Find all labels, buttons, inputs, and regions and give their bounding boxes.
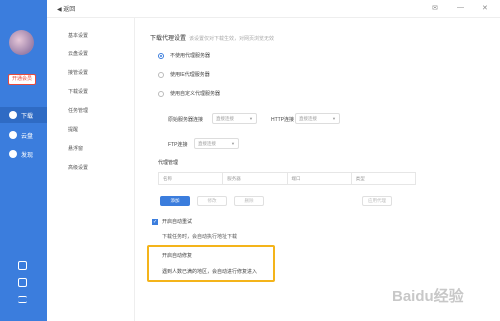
chevron-down-icon: ▼ xyxy=(231,141,235,146)
nav-label: 云盘 xyxy=(21,133,34,140)
top-bar: ◀ 返回 ✉ — ✕ xyxy=(47,0,500,18)
nav-label: 下载 xyxy=(21,113,34,120)
back-button[interactable]: ◀ 返回 xyxy=(57,4,75,13)
minimize-icon[interactable]: — xyxy=(457,4,464,11)
ftp-select[interactable]: 直接连接 ▼ xyxy=(194,138,239,149)
http-select[interactable]: 直接连接 ▼ xyxy=(295,113,340,124)
proxy-section-title: 下载代理设置 该设置仅对下载生效，对网页浏览无效 xyxy=(150,36,275,42)
check-icon: ✓ xyxy=(152,218,158,225)
mail-icon[interactable]: ✉ xyxy=(432,4,438,12)
watermark: Baidu经验 xyxy=(392,288,464,305)
source-server-select[interactable]: 直接连接 ▼ xyxy=(212,113,257,124)
fallback-checkbox[interactable]: ✓ 开启自动重试 xyxy=(152,218,192,225)
apply-proxy-button[interactable]: 应用代理 xyxy=(362,196,392,206)
radio-indicator xyxy=(158,52,164,59)
menu-item-cloud[interactable]: 云盘设置 xyxy=(68,50,88,57)
phone-icon[interactable] xyxy=(18,278,27,287)
edit-proxy-button[interactable]: 修改 xyxy=(197,196,227,206)
menu-item-reminder[interactable]: 提醒 xyxy=(68,126,78,133)
ftp-label: FTP连接 xyxy=(168,142,188,148)
fallback-description: 下载任务时，会自动执行地址下载 xyxy=(162,234,238,240)
highlight-box xyxy=(147,245,275,282)
proxy-manager-title: 代理管理 xyxy=(158,160,179,166)
http-label: HTTP连接 xyxy=(271,117,295,123)
download-icon xyxy=(9,111,17,119)
menu-item-download[interactable]: 下载设置 xyxy=(68,88,88,95)
back-arrow-icon: ◀ xyxy=(57,7,62,13)
radio-indicator xyxy=(158,71,164,78)
menu-item-advanced[interactable]: 高级设置 xyxy=(68,164,88,171)
nav-discover[interactable]: 发现 xyxy=(0,146,47,162)
add-proxy-button[interactable]: 添加 xyxy=(160,196,190,206)
vip-button[interactable]: 开通会员 xyxy=(8,74,36,85)
radio-no-proxy[interactable]: 不使用代理服务器 xyxy=(158,52,210,59)
close-icon[interactable]: ✕ xyxy=(482,4,488,12)
menu-item-task[interactable]: 任务管理 xyxy=(68,107,88,114)
nav-label: 发现 xyxy=(21,152,34,159)
alarm-icon[interactable] xyxy=(18,261,27,270)
nav-download[interactable]: 下载 xyxy=(0,107,47,123)
source-server-label: 原始服务器连接 xyxy=(168,117,204,123)
auto-fix-title: 开启自动修复 xyxy=(162,253,193,259)
column-header: 服务器 xyxy=(223,173,288,184)
compass-icon xyxy=(9,150,17,158)
column-header: 端口 xyxy=(288,173,352,184)
settings-menu: 基本设置 云盘设置 接管设置 下载设置 任务管理 提醒 悬浮窗 高级设置 xyxy=(47,18,135,321)
radio-indicator xyxy=(158,90,164,97)
cloud-icon xyxy=(9,131,17,139)
nav-cloud[interactable]: 云盘 xyxy=(0,127,47,143)
radio-custom-proxy[interactable]: 使用自定义代理服务器 xyxy=(158,90,220,97)
left-sidebar: 开通会员 下载 云盘 发现 xyxy=(0,0,47,321)
avatar[interactable] xyxy=(9,30,34,55)
delete-proxy-button[interactable]: 删除 xyxy=(234,196,264,206)
menu-item-basic[interactable]: 基本设置 xyxy=(68,32,88,39)
auto-fix-description: 遇到人数已满的地区，会自动进行修复进入 xyxy=(162,269,258,275)
chevron-down-icon: ▼ xyxy=(332,116,336,121)
menu-item-float[interactable]: 悬浮窗 xyxy=(68,145,83,152)
chevron-down-icon: ▼ xyxy=(249,116,253,121)
column-header: 类型 xyxy=(355,176,365,181)
column-header: 名称 xyxy=(159,173,224,184)
radio-ie-proxy[interactable]: 使用IE代理服务器 xyxy=(158,71,210,78)
menu-item-takeover[interactable]: 接管设置 xyxy=(68,69,88,76)
proxy-table-header: 名称 服务器 端口 类型 xyxy=(158,172,416,185)
menu-icon[interactable] xyxy=(18,296,27,303)
